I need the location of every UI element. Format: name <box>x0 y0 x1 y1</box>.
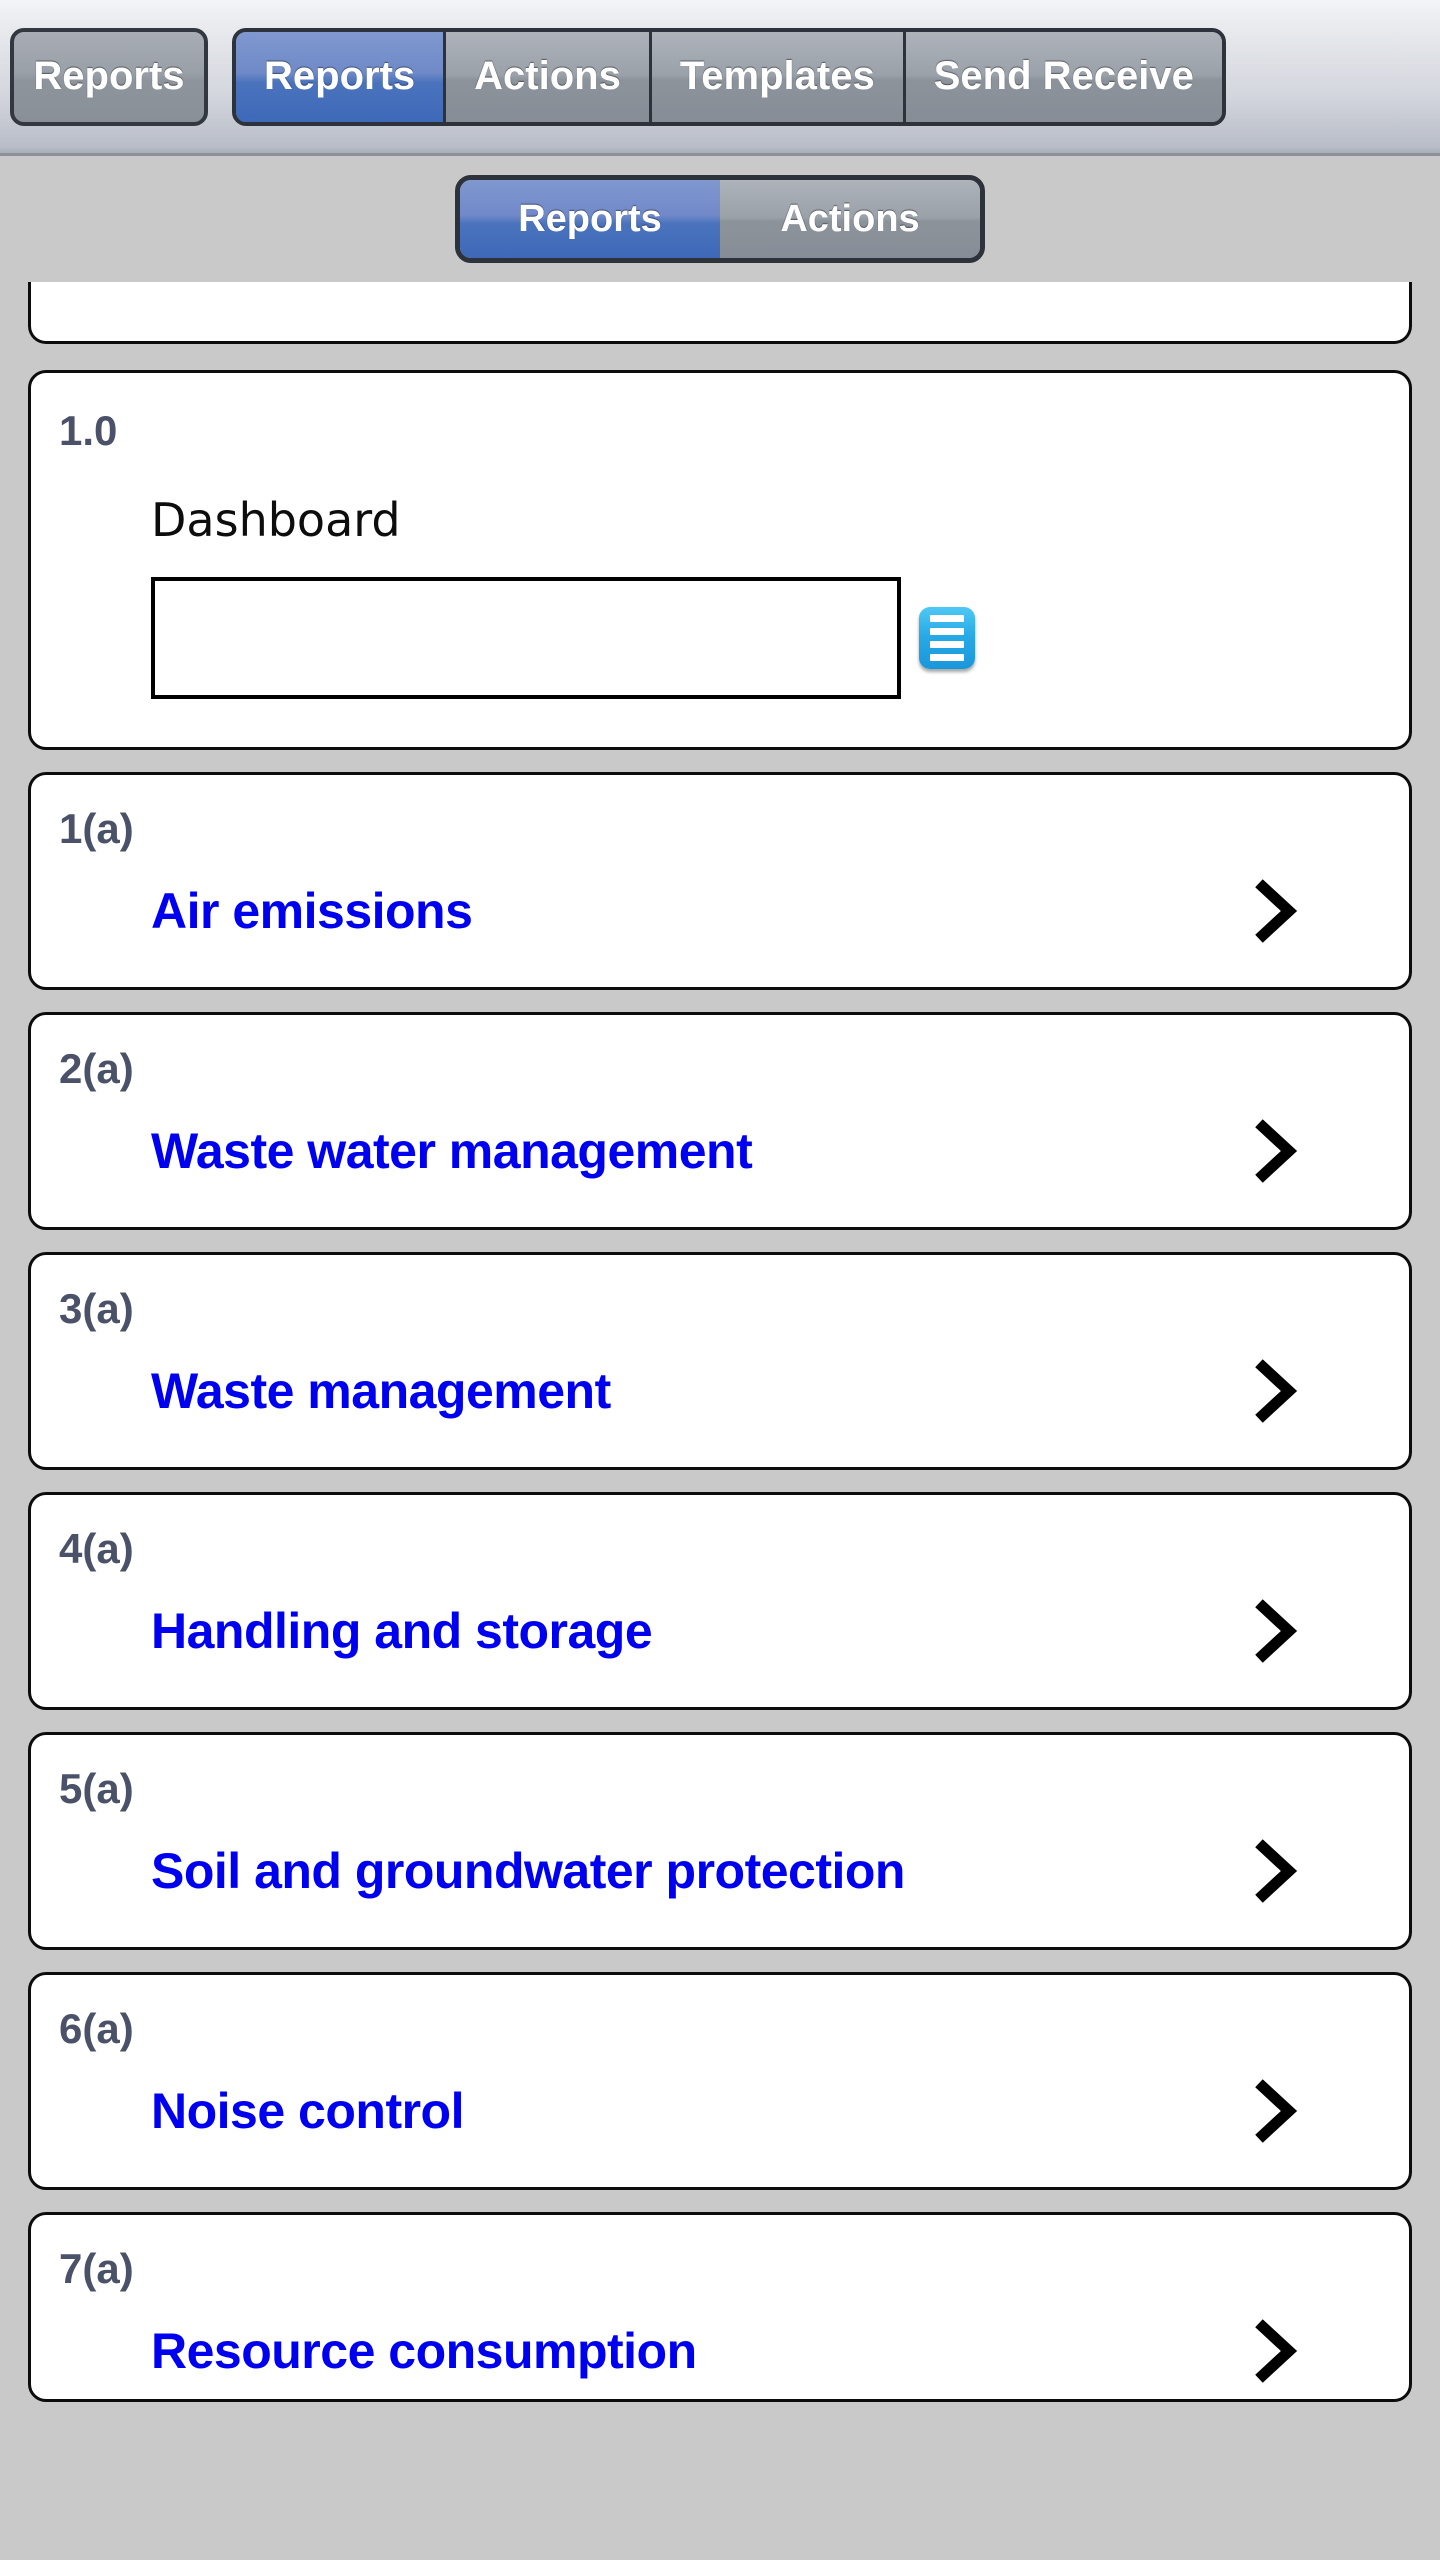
list-item-link-row[interactable]: Noise control <box>151 2079 1299 2143</box>
chevron-right-icon <box>1255 1119 1298 1183</box>
clipped-card-above[interactable] <box>28 282 1412 344</box>
list-icon-bar <box>930 654 964 661</box>
list-item-link-row[interactable]: Handling and storage <box>151 1599 1299 1663</box>
tab-reports-label: Reports <box>264 54 416 98</box>
list-item-label[interactable]: Resource consumption <box>151 2322 697 2380</box>
dashboard-input[interactable] <box>151 577 901 699</box>
list-item-label[interactable]: Waste management <box>151 1362 611 1420</box>
back-button-label: Reports <box>33 54 185 98</box>
list-icon-bar <box>930 628 964 635</box>
list-item-index: 7(a) <box>59 2245 134 2292</box>
tab-actions[interactable]: Actions <box>446 31 652 122</box>
list-item-link-row[interactable]: Air emissions <box>151 879 1299 943</box>
list-item[interactable]: 6(a) Noise control <box>28 1972 1412 2190</box>
list-icon-bar <box>930 641 964 648</box>
list-item[interactable]: 5(a) Soil and groundwater protection <box>28 1732 1412 1950</box>
chevron-right-icon <box>1255 2319 1298 2383</box>
list-item-label[interactable]: Air emissions <box>151 882 473 940</box>
list-item-index: 4(a) <box>59 1525 134 1572</box>
list-item-index: 6(a) <box>59 2005 134 2052</box>
tab-templates-label: Templates <box>679 54 875 98</box>
toolbar-segmented-control: Reports Actions Templates Send Receive <box>232 27 1226 126</box>
list-item-label[interactable]: Handling and storage <box>151 1602 653 1660</box>
report-list[interactable]: 1.0 Dashboard 1(a) Air emissions 2(a) Wa… <box>0 282 1440 2402</box>
top-toolbar: Reports Reports Actions Templates Send R… <box>0 0 1440 156</box>
chevron-right-icon <box>1255 1839 1298 1903</box>
tab-send-receive-label: Send Receive <box>933 54 1194 98</box>
list-item[interactable]: 2(a) Waste water management <box>28 1012 1412 1230</box>
list-item[interactable]: 4(a) Handling and storage <box>28 1492 1412 1710</box>
tab-send-receive[interactable]: Send Receive <box>905 31 1222 122</box>
chevron-right-icon <box>1255 1359 1298 1423</box>
list-item[interactable]: 1(a) Air emissions <box>28 772 1412 990</box>
list-item-label[interactable]: Soil and groundwater protection <box>151 1842 905 1900</box>
dashboard-card[interactable]: 1.0 Dashboard <box>28 370 1412 750</box>
subtab-actions-label: Actions <box>780 197 920 240</box>
list-item-label[interactable]: Waste water management <box>151 1122 753 1180</box>
subtab-actions[interactable]: Actions <box>720 180 980 258</box>
list-item-index: 2(a) <box>59 1045 134 1092</box>
list-icon-bar <box>930 615 964 622</box>
list-item-label[interactable]: Noise control <box>151 2082 464 2140</box>
list-item[interactable]: 7(a) Resource consumption <box>28 2212 1412 2402</box>
sub-toolbar: Reports Actions <box>0 156 1440 282</box>
tab-actions-label: Actions <box>474 54 621 98</box>
list-item-link-row[interactable]: Soil and groundwater protection <box>151 1839 1299 1903</box>
list-item-index: 5(a) <box>59 1765 134 1812</box>
subtab-reports-label: Reports <box>518 197 662 240</box>
dashboard-index: 1.0 <box>59 407 118 454</box>
list-item-index: 3(a) <box>59 1285 134 1332</box>
list-item-link-row[interactable]: Waste water management <box>151 1119 1299 1183</box>
list-item[interactable]: 3(a) Waste management <box>28 1252 1412 1470</box>
list-item-index: 1(a) <box>59 805 134 852</box>
dashboard-input-row <box>151 577 1409 699</box>
chevron-right-icon <box>1255 879 1298 943</box>
dashboard-label: Dashboard <box>151 493 401 547</box>
subtab-reports[interactable]: Reports <box>460 180 720 258</box>
chevron-right-icon <box>1255 1599 1298 1663</box>
sub-segmented-control: Reports Actions <box>455 175 985 263</box>
back-button[interactable]: Reports <box>10 27 208 126</box>
tab-reports[interactable]: Reports <box>236 31 447 122</box>
list-item-link-row[interactable]: Resource consumption <box>151 2319 1299 2383</box>
list-item-link-row[interactable]: Waste management <box>151 1359 1299 1423</box>
chevron-right-icon <box>1255 2079 1298 2143</box>
tab-templates[interactable]: Templates <box>651 31 906 122</box>
list-icon[interactable] <box>919 607 975 669</box>
